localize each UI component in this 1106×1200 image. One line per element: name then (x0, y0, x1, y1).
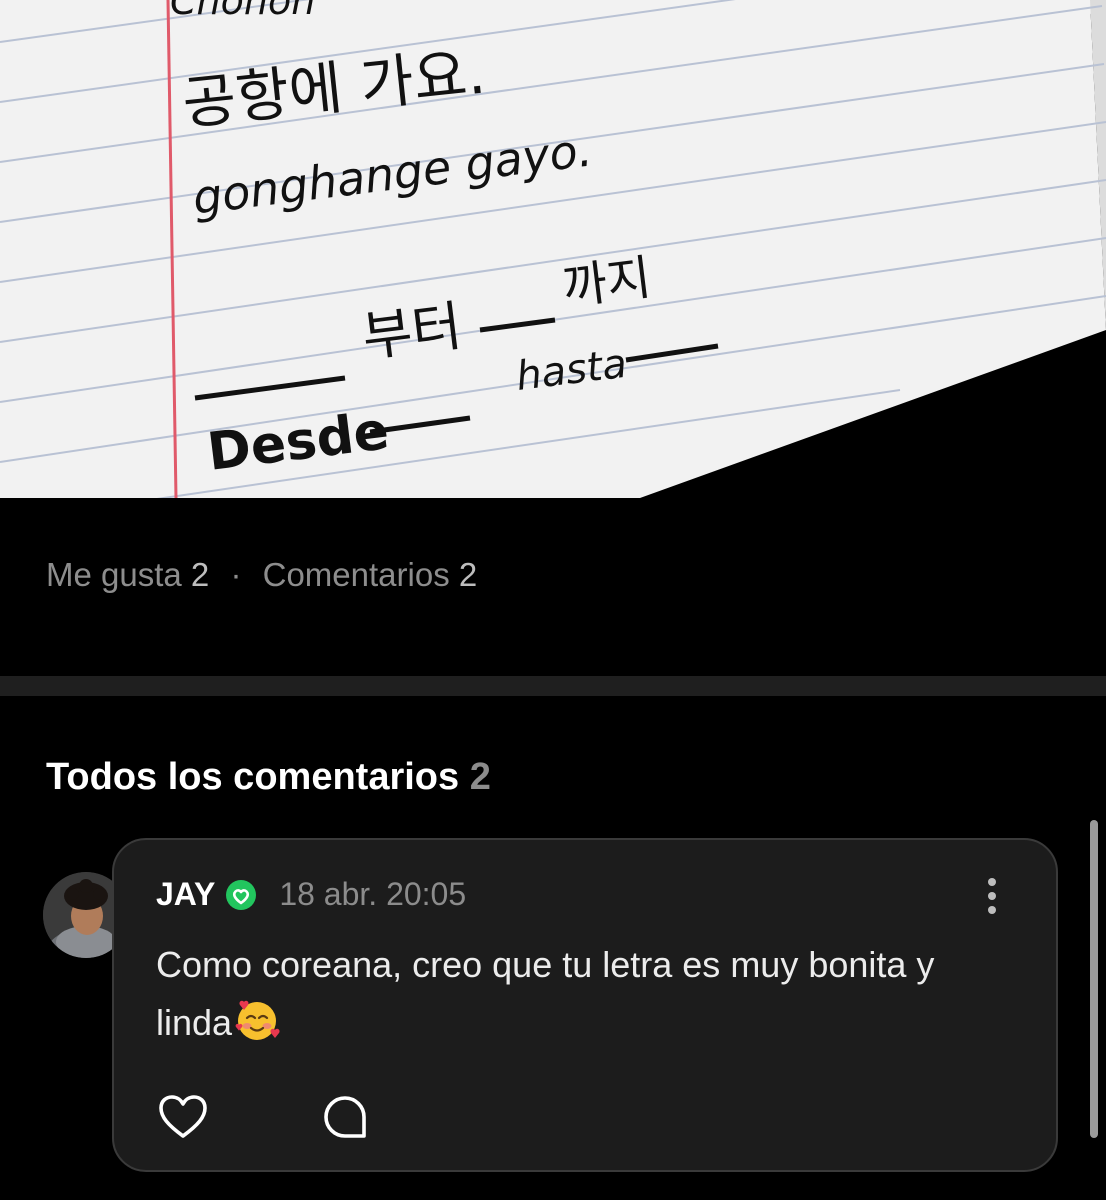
hw-line-5: 까지 (560, 250, 654, 316)
like-button[interactable] (158, 1094, 208, 1140)
heart-outline-icon (159, 1095, 207, 1138)
hw-line-4: 부터 (359, 294, 465, 369)
comments-count[interactable]: 2 (459, 556, 477, 593)
more-options-button[interactable] (972, 876, 1012, 916)
speech-bubble-icon (324, 1096, 366, 1138)
post-image[interactable]: Chohon 공항에 가요. gonghange gayo. 부터 까지 Des… (0, 0, 1106, 498)
notebook-photo: Chohon 공항에 가요. gonghange gayo. 부터 까지 Des… (0, 0, 1106, 498)
comments-section-title: Todos los comentarios 2 (46, 756, 491, 799)
scrollbar[interactable] (1090, 820, 1098, 1138)
hw-line-1: Chohon (170, 0, 315, 23)
reply-button[interactable] (322, 1094, 368, 1140)
likes-count[interactable]: 2 (191, 556, 209, 593)
comment-author[interactable]: JAY (156, 876, 215, 913)
smiling-face-with-hearts-icon (234, 997, 280, 1043)
comment-header: JAY 18 abr. 20:05 (156, 876, 466, 913)
comment-timestamp: 18 abr. 20:05 (279, 876, 467, 912)
likes-label[interactable]: Me gusta (46, 556, 182, 593)
comments-title: Todos los comentarios (46, 756, 460, 798)
post-stats: Me gusta 2 · Comentarios 2 (46, 556, 477, 594)
section-divider (0, 676, 1106, 696)
comments-total: 2 (469, 756, 491, 798)
comments-label[interactable]: Comentarios (263, 556, 450, 593)
comment-body: Como coreana, creo que tu letra es muy b… (156, 936, 976, 1052)
stats-separator: · (230, 556, 242, 593)
more-vertical-icon (988, 878, 996, 914)
verified-badge-icon (225, 879, 257, 911)
comment-card: JAY 18 abr. 20:05 Como coreana, creo que… (112, 838, 1058, 1172)
